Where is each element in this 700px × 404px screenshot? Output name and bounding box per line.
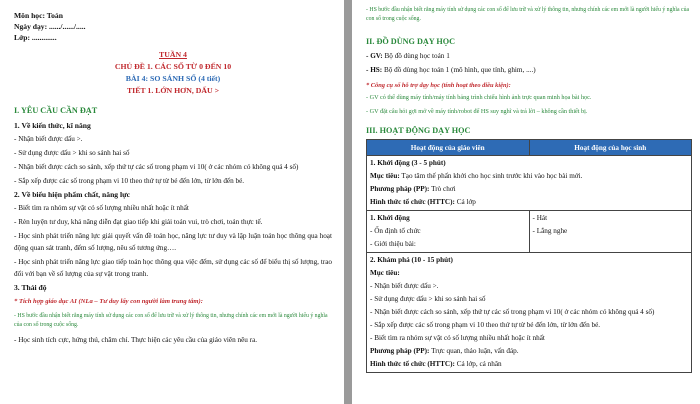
subject-label: Môn học: Toán <box>14 11 63 20</box>
table-row: 1. Khởi động (3 - 5 phút) Mục tiêu: Tạo … <box>366 155 692 211</box>
competency-item: - Biết tìm ra nhóm sự vật có số lượng nh… <box>14 204 189 212</box>
competency-item: - Rèn luyện tư duy, khả năng diễn đạt gi… <box>14 218 263 226</box>
warmup-info-cell: 1. Khởi động (3 - 5 phút) Mục tiêu: Tạo … <box>366 155 692 211</box>
header-info: Môn học: Toán Ngày dạy: ....../....../..… <box>14 10 332 43</box>
document-page-right: - HS bước đầu nhận biết rằng máy tính sử… <box>352 0 700 404</box>
knowledge-item: - Nhận biết được cách so sánh, xếp thứ t… <box>14 163 299 171</box>
ai-note-text: - HS bước đầu nhận biết rằng máy tính sử… <box>14 313 328 328</box>
explore-method: Phương pháp (PP): Trực quan, thảo luận, … <box>370 347 519 355</box>
knowledge-item: - Sử dụng được dấu > khi so sánh hai số <box>14 149 130 157</box>
explore-item: - Sắp xếp được các số trong phạm vi 10 t… <box>370 321 601 329</box>
digital-tools-title: * Công cụ số hỗ trợ dạy học (tính hoạt t… <box>366 82 511 89</box>
document-page-left: Môn học: Toán Ngày dạy: ....../....../..… <box>0 0 344 404</box>
warmup-method: Phương pháp (PP): Trò chơi <box>370 185 456 193</box>
digital-tool-item: - GV có thể dùng máy tính/máy tính bảng … <box>366 94 592 101</box>
table-row: 1. Khởi động - Ổn định tổ chức - Giới th… <box>366 210 692 253</box>
section-activities: III. HOẠT ĐỘNG DẠY HỌC <box>366 126 471 135</box>
competency-item: - Học sinh phát triển năng lực giải quyế… <box>14 232 332 252</box>
student-activity: - Lắng nghe <box>532 227 568 235</box>
subsection-competency: 2. Về biểu hiện phẩm chất, năng lực <box>14 190 131 199</box>
digital-tool-item: - GV đặt câu hỏi gợi mở về máy tính/robo… <box>366 108 588 115</box>
section-materials: II. ĐỒ DÙNG DẠY HỌC <box>366 37 456 46</box>
warmup-title: 1. Khởi động (3 - 5 phút) <box>370 159 446 167</box>
warmup-teacher-cell: 1. Khởi động - Ổn định tổ chức - Giới th… <box>366 210 530 253</box>
knowledge-item: - Nhận biết được dấu >. <box>14 135 83 143</box>
attitude-item: - Học sinh tích cực, hứng thú, chăm chỉ.… <box>14 336 258 344</box>
class-label: Lớp: ............. <box>14 33 57 42</box>
teacher-materials: - GV: Bộ đồ dùng học toán 1 <box>366 52 450 60</box>
topic-title: CHỦ ĐỀ 1. CÁC SỐ TỪ 0 ĐẾN 10 <box>114 62 232 71</box>
table-row: 2. Khám phá (10 - 15 phút) Mục tiêu: - N… <box>366 252 692 373</box>
warmup-objective: Mục tiêu: Tạo tâm thế phấn khởi cho học … <box>370 172 583 180</box>
explore-format: Hình thức tổ chức (HTTC): Cả lớp, cá nhâ… <box>370 360 502 368</box>
explore-item: - Sử dụng được dấu > khi so sánh hai số <box>370 295 486 303</box>
subsection-knowledge: 1. Về kiến thức, kĩ năng <box>14 121 91 130</box>
warmup-step-title: 1. Khởi động <box>370 214 410 222</box>
student-activity: - Hát <box>532 214 548 222</box>
warmup-step: - Giới thiệu bài: <box>370 240 416 248</box>
explore-item: - Nhận biết được cách so sánh, xếp thứ t… <box>370 308 655 316</box>
knowledge-item: - Sắp xếp được các số trong phạm vi 10 t… <box>14 177 245 185</box>
competency-item: - Học sinh phát triển năng lực giao tiếp… <box>14 258 332 278</box>
column-header-student: Hoạt động của học sinh <box>528 139 692 156</box>
student-materials: - HS: Bộ đồ dùng học toán 1 (mô hình, qu… <box>366 66 536 74</box>
warmup-step: - Ổn định tổ chức <box>370 227 421 235</box>
column-header-teacher: Hoạt động của giáo viên <box>366 139 530 156</box>
ai-note-title: * Tích hợp giáo dục AI (NLa – Tư duy lấy… <box>14 298 203 305</box>
table-header-row: Hoạt động của giáo viên Hoạt động của họ… <box>366 139 692 156</box>
section-requirements: I. YÊU CẦU CẦN ĐẠT <box>14 106 98 115</box>
date-label: Ngày dạy: ....../....../..... <box>14 22 86 31</box>
explore-info-cell: 2. Khám phá (10 - 15 phút) Mục tiêu: - N… <box>366 252 692 373</box>
lesson-title: BÀI 4: SO SÁNH SỐ (4 tiết) <box>125 74 221 83</box>
week-title: TUẦN 4 <box>159 50 187 59</box>
explore-item: - Biết tìm ra nhóm sự vật có số lượng nh… <box>370 334 545 342</box>
ai-note-text: - HS bước đầu nhận biết rằng máy tính sử… <box>366 7 690 22</box>
warmup-format: Hình thức tổ chức (HTTC): Cá lớp <box>370 198 476 206</box>
explore-objective-label: Mục tiêu: <box>370 269 400 277</box>
period-title: TIẾT 1. LỚN HƠN, DẤU > <box>126 86 220 95</box>
subsection-attitude: 3. Thái độ <box>14 283 47 292</box>
explore-item: - Nhận biết được dấu >. <box>370 282 439 290</box>
warmup-student-cell: - Hát - Lắng nghe <box>528 210 692 253</box>
activity-table: Hoạt động của giáo viên Hoạt động của họ… <box>366 139 692 373</box>
explore-title: 2. Khám phá (10 - 15 phút) <box>370 256 453 264</box>
